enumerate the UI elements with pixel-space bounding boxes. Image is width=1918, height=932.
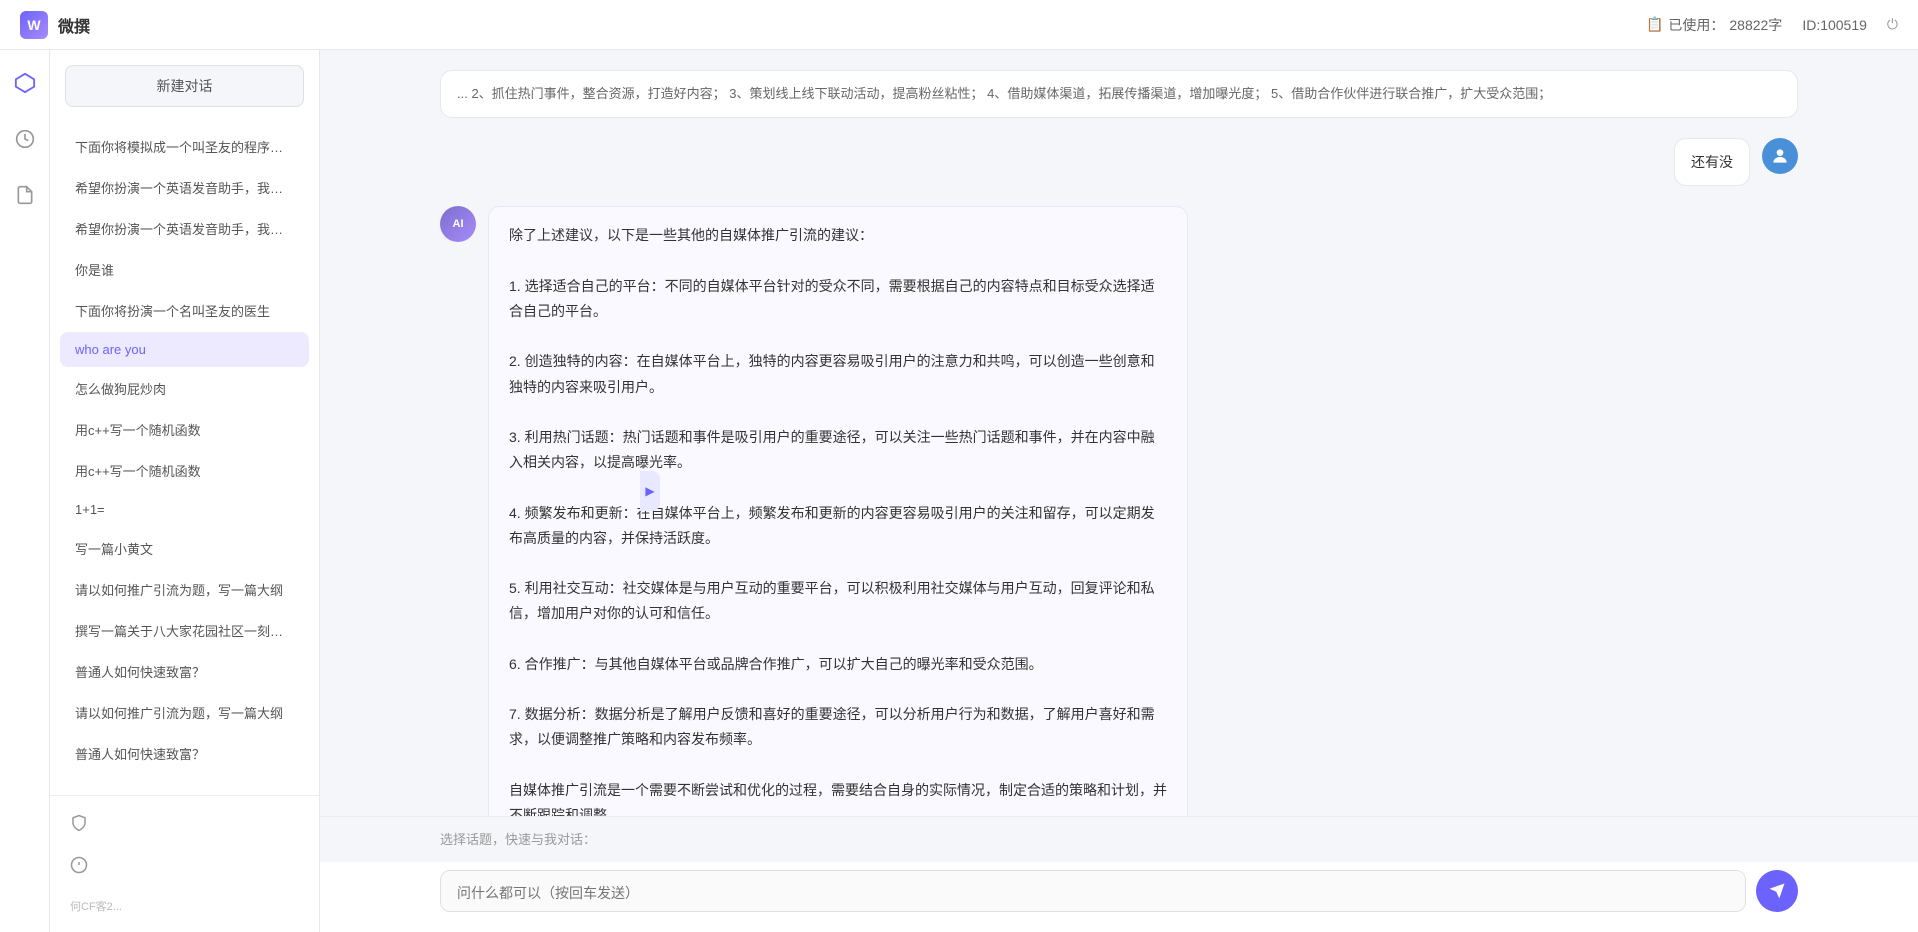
ai-avatar: AI <box>440 206 476 242</box>
header: W 微撰 📋 已使用： 28822字 ID:100519 ⏻ <box>0 0 1918 50</box>
sidebar-bottom-extra[interactable]: 何CF客2... <box>60 890 309 922</box>
power-button[interactable]: ⏻ <box>1887 16 1898 33</box>
logo-text: W <box>27 17 40 33</box>
app-title: 微撰 <box>58 13 90 37</box>
collapse-icon: ▶ <box>645 484 654 498</box>
new-conversation-button[interactable]: 新建对话 <box>65 65 304 107</box>
header-left: W 微撰 <box>20 11 90 39</box>
rail-icon-hexagon[interactable] <box>7 65 43 101</box>
sidebar-item[interactable]: 普通人如何快速致富？ <box>60 652 309 691</box>
user-avatar <box>1762 138 1798 174</box>
sidebar-item[interactable]: 希望你扮演一个英语发音助手，我提供给你... <box>60 168 309 207</box>
id-info: ID:100519 <box>1802 17 1867 33</box>
rail-icon-doc[interactable] <box>7 177 43 213</box>
main-layout: 新建对话 下面你将模拟成一个叫圣友的程序员，我说...希望你扮演一个英语发音助手… <box>0 50 1918 932</box>
usage-value: 28822字 <box>1729 15 1782 35</box>
sidebar-item[interactable]: 用c++写一个随机函数 <box>60 451 309 490</box>
sidebar: 新建对话 下面你将模拟成一个叫圣友的程序员，我说...希望你扮演一个英语发音助手… <box>50 50 320 932</box>
chat-input[interactable] <box>440 870 1746 912</box>
sidebar-item[interactable]: 撰写一篇关于八大家花园社区一刻钟便民生... <box>60 611 309 650</box>
sidebar-item[interactable]: 请以如何推广引流为题，写一篇大纲 <box>60 570 309 609</box>
sidebar-item[interactable]: who are you <box>60 332 309 367</box>
sidebar-item[interactable]: 下面你将扮演一个名叫圣友的医生 <box>60 291 309 330</box>
sidebar-item[interactable]: 1+1= <box>60 492 309 527</box>
sidebar-item[interactable]: 用c++写一个随机函数 <box>60 410 309 449</box>
sidebar-bottom: 何CF客2... <box>50 795 319 932</box>
chat-area: ... 2、抓住热门事件，整合资源，打造好内容； 3、策划线上线下联动活动，提高… <box>320 50 1918 932</box>
sidebar-item[interactable]: 写一篇小黄文 <box>60 529 309 568</box>
sidebar-item[interactable]: 怎么做狗屁炒肉 <box>60 369 309 408</box>
rail-icon-clock[interactable] <box>7 121 43 157</box>
send-button[interactable] <box>1756 870 1798 912</box>
user-message-text: 还有没 <box>1691 154 1733 170</box>
usage-icon: 📋 <box>1646 16 1663 33</box>
partial-message: ... 2、抓住热门事件，整合资源，打造好内容； 3、策划线上线下联动活动，提高… <box>440 70 1798 118</box>
quick-select-label: 选择话题，快速与我对话： <box>440 829 1798 848</box>
usage-info: 📋 已使用： 28822字 <box>1646 15 1782 35</box>
chat-messages: ... 2、抓住热门事件，整合资源，打造好内容； 3、策划线上线下联动活动，提高… <box>320 50 1918 816</box>
header-right: 📋 已使用： 28822字 ID:100519 ⏻ <box>1646 15 1898 35</box>
sidebar-bottom-info[interactable] <box>60 848 309 882</box>
usage-label: 已使用： <box>1668 15 1724 35</box>
sidebar-item[interactable]: 希望你扮演一个英语发音助手，我提供给你... <box>60 209 309 248</box>
sidebar-item[interactable]: 下面你将模拟成一个叫圣友的程序员，我说... <box>60 127 309 166</box>
user-message-row: 还有没 <box>440 138 1798 186</box>
sidebar-list: 下面你将模拟成一个叫圣友的程序员，我说...希望你扮演一个英语发音助手，我提供给… <box>50 122 319 795</box>
sidebar-item[interactable]: 普通人如何快速致富？ <box>60 734 309 773</box>
sidebar-item[interactable]: 请以如何推广引流为题，写一篇大纲 <box>60 693 309 732</box>
sidebar-collapse-button[interactable]: ▶ <box>640 471 660 511</box>
user-message-bubble: 还有没 <box>1674 138 1750 186</box>
partial-message-text: ... 2、抓住热门事件，整合资源，打造好内容； 3、策划线上线下联动活动，提高… <box>457 86 1551 101</box>
input-area <box>320 862 1918 932</box>
ai-message-bubble: 除了上述建议，以下是一些其他的自媒体推广引流的建议： 1. 选择适合自己的平台：… <box>488 206 1188 816</box>
quick-select-area: 选择话题，快速与我对话： <box>320 816 1918 862</box>
ai-message-row: AI 除了上述建议，以下是一些其他的自媒体推广引流的建议： 1. 选择适合自己的… <box>440 206 1798 816</box>
sidebar-item[interactable]: 你是谁 <box>60 250 309 289</box>
sidebar-bottom-shield[interactable] <box>60 806 309 840</box>
ai-message-text: 除了上述建议，以下是一些其他的自媒体推广引流的建议： 1. 选择适合自己的平台：… <box>509 223 1167 816</box>
icon-rail <box>0 50 50 932</box>
app-container: W 微撰 📋 已使用： 28822字 ID:100519 ⏻ <box>0 0 1918 932</box>
app-logo: W <box>20 11 48 39</box>
